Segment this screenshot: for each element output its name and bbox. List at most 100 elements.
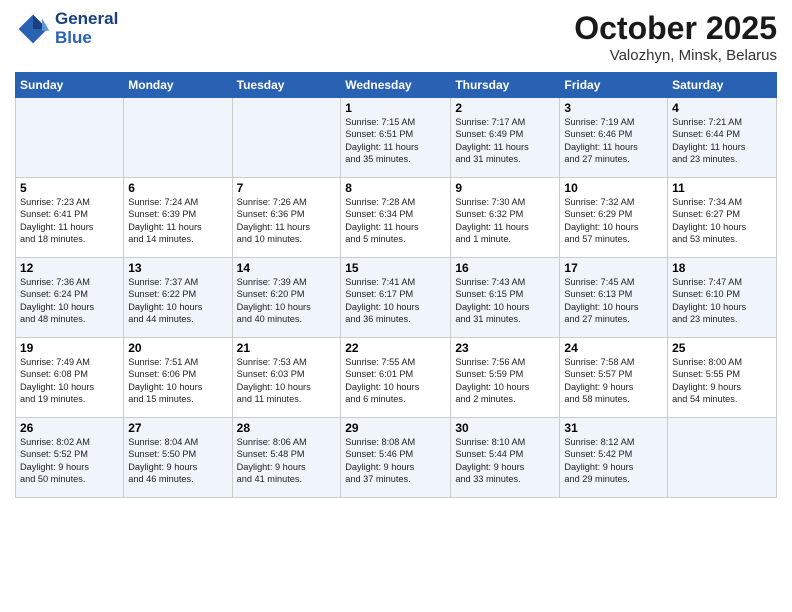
calendar-cell: 26Sunrise: 8:02 AM Sunset: 5:52 PM Dayli…: [16, 418, 124, 498]
calendar-cell: 31Sunrise: 8:12 AM Sunset: 5:42 PM Dayli…: [560, 418, 668, 498]
calendar-cell: 1Sunrise: 7:15 AM Sunset: 6:51 PM Daylig…: [341, 98, 451, 178]
day-number: 21: [237, 341, 337, 355]
calendar-cell: 30Sunrise: 8:10 AM Sunset: 5:44 PM Dayli…: [451, 418, 560, 498]
day-number: 26: [20, 421, 119, 435]
day-number: 8: [345, 181, 446, 195]
calendar-cell: 24Sunrise: 7:58 AM Sunset: 5:57 PM Dayli…: [560, 338, 668, 418]
day-info: Sunrise: 7:28 AM Sunset: 6:34 PM Dayligh…: [345, 196, 446, 246]
day-info: Sunrise: 7:45 AM Sunset: 6:13 PM Dayligh…: [564, 276, 663, 326]
calendar-cell: 9Sunrise: 7:30 AM Sunset: 6:32 PM Daylig…: [451, 178, 560, 258]
weekday-header: Thursday: [451, 73, 560, 98]
calendar-cell: 28Sunrise: 8:06 AM Sunset: 5:48 PM Dayli…: [232, 418, 341, 498]
day-number: 22: [345, 341, 446, 355]
calendar-week-row: 19Sunrise: 7:49 AM Sunset: 6:08 PM Dayli…: [16, 338, 777, 418]
calendar-cell: 11Sunrise: 7:34 AM Sunset: 6:27 PM Dayli…: [668, 178, 777, 258]
day-number: 7: [237, 181, 337, 195]
day-info: Sunrise: 8:10 AM Sunset: 5:44 PM Dayligh…: [455, 436, 555, 486]
day-number: 27: [128, 421, 227, 435]
calendar-cell: 12Sunrise: 7:36 AM Sunset: 6:24 PM Dayli…: [16, 258, 124, 338]
calendar-cell: 7Sunrise: 7:26 AM Sunset: 6:36 PM Daylig…: [232, 178, 341, 258]
calendar-cell: 22Sunrise: 7:55 AM Sunset: 6:01 PM Dayli…: [341, 338, 451, 418]
calendar-cell: 29Sunrise: 8:08 AM Sunset: 5:46 PM Dayli…: [341, 418, 451, 498]
day-info: Sunrise: 8:06 AM Sunset: 5:48 PM Dayligh…: [237, 436, 337, 486]
logo: General Blue: [15, 10, 118, 47]
day-info: Sunrise: 7:55 AM Sunset: 6:01 PM Dayligh…: [345, 356, 446, 406]
day-info: Sunrise: 7:49 AM Sunset: 6:08 PM Dayligh…: [20, 356, 119, 406]
calendar-cell: 19Sunrise: 7:49 AM Sunset: 6:08 PM Dayli…: [16, 338, 124, 418]
calendar-cell: 2Sunrise: 7:17 AM Sunset: 6:49 PM Daylig…: [451, 98, 560, 178]
day-info: Sunrise: 7:23 AM Sunset: 6:41 PM Dayligh…: [20, 196, 119, 246]
day-number: 17: [564, 261, 663, 275]
day-number: 25: [672, 341, 772, 355]
day-info: Sunrise: 7:41 AM Sunset: 6:17 PM Dayligh…: [345, 276, 446, 326]
weekday-header: Wednesday: [341, 73, 451, 98]
calendar-table: SundayMondayTuesdayWednesdayThursdayFrid…: [15, 72, 777, 498]
day-info: Sunrise: 8:00 AM Sunset: 5:55 PM Dayligh…: [672, 356, 772, 406]
day-number: 2: [455, 101, 555, 115]
day-info: Sunrise: 7:47 AM Sunset: 6:10 PM Dayligh…: [672, 276, 772, 326]
day-number: 12: [20, 261, 119, 275]
day-number: 24: [564, 341, 663, 355]
calendar-cell: 16Sunrise: 7:43 AM Sunset: 6:15 PM Dayli…: [451, 258, 560, 338]
day-number: 28: [237, 421, 337, 435]
header-row: SundayMondayTuesdayWednesdayThursdayFrid…: [16, 73, 777, 98]
calendar-cell: 21Sunrise: 7:53 AM Sunset: 6:03 PM Dayli…: [232, 338, 341, 418]
day-number: 20: [128, 341, 227, 355]
day-info: Sunrise: 7:53 AM Sunset: 6:03 PM Dayligh…: [237, 356, 337, 406]
day-number: 6: [128, 181, 227, 195]
weekday-header: Tuesday: [232, 73, 341, 98]
day-number: 18: [672, 261, 772, 275]
calendar-cell: 6Sunrise: 7:24 AM Sunset: 6:39 PM Daylig…: [124, 178, 232, 258]
weekday-header: Sunday: [16, 73, 124, 98]
day-number: 3: [564, 101, 663, 115]
day-info: Sunrise: 8:12 AM Sunset: 5:42 PM Dayligh…: [564, 436, 663, 486]
calendar-cell: 13Sunrise: 7:37 AM Sunset: 6:22 PM Dayli…: [124, 258, 232, 338]
day-number: 9: [455, 181, 555, 195]
logo-text: General Blue: [55, 10, 118, 47]
day-info: Sunrise: 8:04 AM Sunset: 5:50 PM Dayligh…: [128, 436, 227, 486]
calendar-week-row: 5Sunrise: 7:23 AM Sunset: 6:41 PM Daylig…: [16, 178, 777, 258]
calendar-week-row: 1Sunrise: 7:15 AM Sunset: 6:51 PM Daylig…: [16, 98, 777, 178]
day-number: 14: [237, 261, 337, 275]
calendar-cell: 15Sunrise: 7:41 AM Sunset: 6:17 PM Dayli…: [341, 258, 451, 338]
calendar-week-row: 26Sunrise: 8:02 AM Sunset: 5:52 PM Dayli…: [16, 418, 777, 498]
day-number: 29: [345, 421, 446, 435]
day-number: 4: [672, 101, 772, 115]
weekday-header: Saturday: [668, 73, 777, 98]
calendar-cell: 17Sunrise: 7:45 AM Sunset: 6:13 PM Dayli…: [560, 258, 668, 338]
header: General Blue October 2025 Valozhyn, Mins…: [15, 10, 777, 64]
calendar-week-row: 12Sunrise: 7:36 AM Sunset: 6:24 PM Dayli…: [16, 258, 777, 338]
calendar-cell: [124, 98, 232, 178]
day-info: Sunrise: 7:15 AM Sunset: 6:51 PM Dayligh…: [345, 116, 446, 166]
weekday-header: Friday: [560, 73, 668, 98]
day-info: Sunrise: 7:37 AM Sunset: 6:22 PM Dayligh…: [128, 276, 227, 326]
day-number: 31: [564, 421, 663, 435]
location: Valozhyn, Minsk, Belarus: [574, 47, 777, 64]
calendar-cell: [668, 418, 777, 498]
day-number: 5: [20, 181, 119, 195]
month-title: October 2025: [574, 10, 777, 47]
day-number: 10: [564, 181, 663, 195]
day-info: Sunrise: 7:30 AM Sunset: 6:32 PM Dayligh…: [455, 196, 555, 246]
day-info: Sunrise: 7:32 AM Sunset: 6:29 PM Dayligh…: [564, 196, 663, 246]
calendar-cell: 18Sunrise: 7:47 AM Sunset: 6:10 PM Dayli…: [668, 258, 777, 338]
day-info: Sunrise: 7:43 AM Sunset: 6:15 PM Dayligh…: [455, 276, 555, 326]
day-number: 15: [345, 261, 446, 275]
calendar-cell: [232, 98, 341, 178]
logo-icon: [15, 11, 51, 47]
day-number: 30: [455, 421, 555, 435]
day-info: Sunrise: 7:17 AM Sunset: 6:49 PM Dayligh…: [455, 116, 555, 166]
day-number: 13: [128, 261, 227, 275]
title-block: October 2025 Valozhyn, Minsk, Belarus: [574, 10, 777, 64]
day-info: Sunrise: 7:56 AM Sunset: 5:59 PM Dayligh…: [455, 356, 555, 406]
calendar-cell: 5Sunrise: 7:23 AM Sunset: 6:41 PM Daylig…: [16, 178, 124, 258]
calendar-cell: 3Sunrise: 7:19 AM Sunset: 6:46 PM Daylig…: [560, 98, 668, 178]
day-info: Sunrise: 7:24 AM Sunset: 6:39 PM Dayligh…: [128, 196, 227, 246]
day-info: Sunrise: 7:26 AM Sunset: 6:36 PM Dayligh…: [237, 196, 337, 246]
calendar-cell: 27Sunrise: 8:04 AM Sunset: 5:50 PM Dayli…: [124, 418, 232, 498]
day-info: Sunrise: 8:08 AM Sunset: 5:46 PM Dayligh…: [345, 436, 446, 486]
day-number: 11: [672, 181, 772, 195]
day-number: 1: [345, 101, 446, 115]
day-info: Sunrise: 8:02 AM Sunset: 5:52 PM Dayligh…: [20, 436, 119, 486]
calendar-cell: 25Sunrise: 8:00 AM Sunset: 5:55 PM Dayli…: [668, 338, 777, 418]
